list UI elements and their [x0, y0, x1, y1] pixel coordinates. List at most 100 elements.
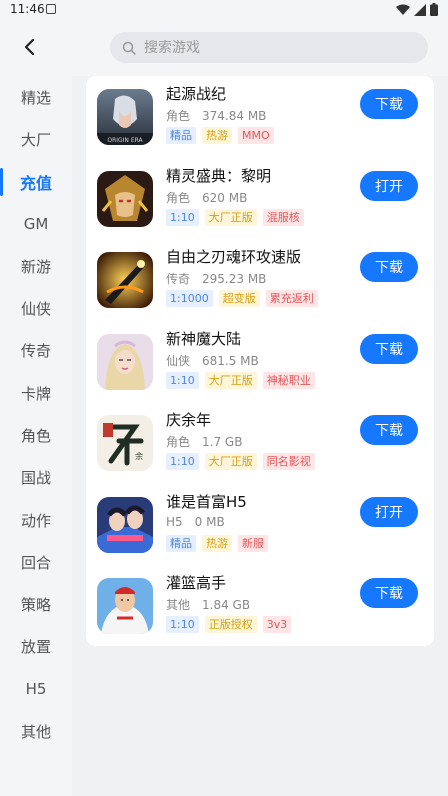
sidebar-item[interactable]: 传奇: [0, 330, 72, 372]
main-content: ORIGIN ERA 起源战纪 角色 374.84 MB 精品 热游 MMO 下载 精…: [72, 76, 448, 796]
sidebar-item[interactable]: 充值: [0, 161, 72, 203]
download-button[interactable]: 下载: [360, 89, 418, 119]
game-category: 角色: [166, 109, 191, 123]
game-tag: 精品: [166, 127, 196, 144]
game-name: 庆余年: [166, 411, 212, 429]
sidebar-item-label: 其他: [20, 723, 51, 741]
status-time: 11:46: [10, 2, 45, 16]
game-tag: 1:1000: [166, 290, 213, 307]
sidebar-item[interactable]: 新游: [0, 245, 72, 287]
open-button[interactable]: 打开: [360, 170, 418, 201]
game-category: 角色: [166, 190, 191, 205]
game-tags: 精品 热游 MMO: [166, 127, 274, 144]
game-icon[interactable]: [97, 252, 153, 308]
game-tag: 大厂正版: [204, 208, 257, 226]
sidebar-item[interactable]: 策略: [0, 584, 72, 626]
game-tags: 1:10 正版授权 3v3: [166, 616, 292, 633]
game-list-item[interactable]: 谁是首富H5 H5 0 MB 精品 热游 新服 打开: [86, 484, 434, 564]
sidebar-active-indicator: [0, 167, 3, 196]
game-tag: 1:10: [166, 371, 199, 389]
game-tag: 混服核: [262, 208, 304, 226]
search-box[interactable]: [110, 32, 428, 63]
sidebar-item[interactable]: 放置: [0, 626, 72, 668]
header: [0, 20, 448, 76]
signal-icon: [414, 3, 426, 16]
chevron-left-icon: [24, 38, 35, 56]
game-meta: 其他 1.84 GB: [166, 596, 250, 613]
sidebar-item-label: 策略: [20, 596, 51, 615]
sidebar-item[interactable]: 大厂: [0, 118, 72, 160]
game-category: H5: [166, 514, 183, 529]
game-icon[interactable]: 余: [97, 415, 153, 471]
game-size: 295.23 MB: [202, 272, 267, 286]
download-button[interactable]: 下载: [360, 415, 418, 445]
game-icon[interactable]: ORIGIN ERA: [97, 89, 153, 145]
notification-icon: [46, 4, 56, 14]
game-list-item[interactable]: 灌篮高手 其他 1.84 GB 1:10 正版授权 3v3 下载: [86, 565, 434, 645]
game-list-item[interactable]: 余 庆余年 角色 1.7 GB 1:10 大厂正版 同名影视 下载: [86, 402, 434, 482]
sidebar-item-label: 精选: [20, 88, 51, 107]
game-tag: 1:10: [166, 616, 199, 633]
sidebar-item[interactable]: GM: [0, 203, 72, 245]
game-list-item[interactable]: 精灵盛典：黎明 角色 620 MB 1:10 大厂正版 混服核 打开: [86, 158, 434, 238]
game-icon[interactable]: [97, 578, 153, 634]
open-button[interactable]: 打开: [360, 496, 418, 527]
sidebar-item[interactable]: H5: [0, 668, 72, 710]
sidebar-item[interactable]: 国战: [0, 457, 72, 499]
game-category: 角色: [166, 435, 191, 449]
game-size: 0 MB: [194, 514, 225, 529]
download-button[interactable]: 下载: [360, 578, 418, 608]
game-list-item[interactable]: ORIGIN ERA 起源战纪 角色 374.84 MB 精品 热游 MMO 下载: [86, 76, 434, 156]
svg-text:ORIGIN ERA: ORIGIN ERA: [107, 137, 143, 144]
sidebar-item-label: H5: [25, 680, 47, 699]
game-size: 620 MB: [202, 190, 248, 205]
game-meta: 角色 620 MB: [166, 189, 247, 206]
game-tags: 精品 热游 新服: [166, 534, 268, 552]
download-button[interactable]: 下载: [360, 252, 418, 282]
game-name: 起源战纪: [166, 85, 227, 103]
game-tag: 累充返利: [265, 290, 318, 307]
game-icon[interactable]: [97, 333, 153, 390]
game-size: 1.84 GB: [202, 598, 251, 612]
sidebar-item[interactable]: 精选: [0, 76, 72, 118]
search-input[interactable]: [144, 39, 404, 56]
sidebar-item[interactable]: 仙侠: [0, 288, 72, 330]
back-button[interactable]: [14, 32, 44, 62]
game-tag: 热游: [202, 534, 232, 552]
sidebar-item[interactable]: 其他: [0, 711, 72, 753]
game-tag: 超变版: [218, 290, 260, 307]
sidebar-item-label: 仙侠: [20, 300, 51, 318]
sidebar-item[interactable]: 动作: [0, 499, 72, 541]
download-button[interactable]: 下载: [360, 333, 418, 364]
sidebar-item-label: 动作: [20, 511, 51, 530]
game-name: 自由之刃魂环攻速版: [166, 248, 302, 266]
wifi-icon: [396, 4, 410, 15]
game-tag: 神秘职业: [262, 371, 315, 389]
game-icon[interactable]: [97, 496, 153, 553]
game-category: 其他: [166, 598, 191, 612]
game-list-item[interactable]: 新神魔大陆 仙侠 681.5 MB 1:10 大厂正版 神秘职业 下载: [86, 321, 434, 401]
sidebar-item[interactable]: 回合: [0, 541, 72, 583]
game-tags: 1:1000 超变版 累充返利: [166, 290, 318, 307]
sidebar-item-label: 放置: [20, 638, 51, 657]
status-bar: 11:46: [0, 0, 448, 20]
game-name: 谁是首富H5: [166, 492, 247, 511]
game-tag: 1:10: [166, 453, 199, 470]
sidebar-item[interactable]: 角色: [0, 414, 72, 456]
sidebar-item[interactable]: 卡牌: [0, 372, 72, 414]
game-name: 精灵盛典：黎明: [166, 166, 272, 185]
game-name: 灌篮高手: [166, 574, 227, 592]
game-meta: 角色 374.84 MB: [166, 107, 266, 124]
game-category: 仙侠: [166, 353, 191, 368]
game-list: ORIGIN ERA 起源战纪 角色 374.84 MB 精品 热游 MMO 下载 精…: [86, 76, 434, 646]
battery-icon: [430, 3, 438, 16]
game-size: 374.84 MB: [202, 109, 267, 123]
game-tag: 新服: [238, 534, 268, 552]
sidebar-item-label: 传奇: [20, 342, 51, 361]
sidebar-item-label: GM: [23, 214, 49, 233]
game-icon[interactable]: [97, 170, 153, 227]
game-tags: 1:10 大厂正版 同名影视: [166, 453, 315, 470]
game-size: 681.5 MB: [202, 353, 259, 368]
game-list-item[interactable]: 自由之刃魂环攻速版 传奇 295.23 MB 1:1000 超变版 累充返利 下载: [86, 239, 434, 319]
sidebar-item-label: 卡牌: [20, 384, 51, 403]
